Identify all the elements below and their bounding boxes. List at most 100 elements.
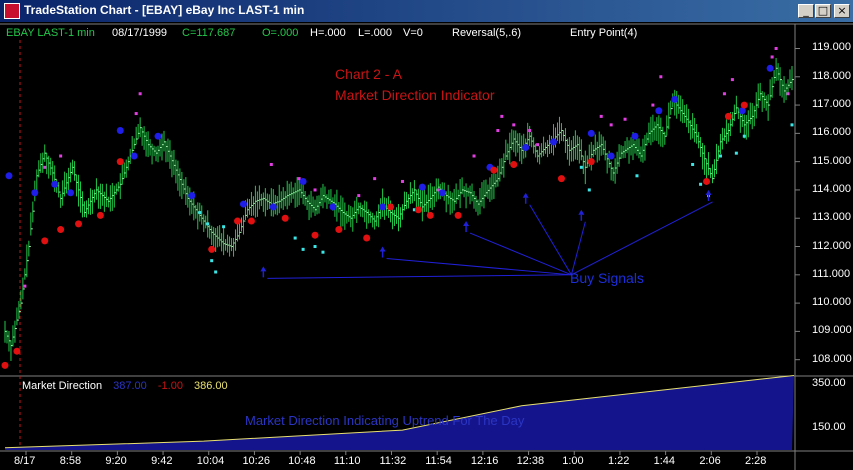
- subchart-tick-label: 350.00: [812, 376, 846, 389]
- buy-signal-pointer-line: [386, 258, 572, 276]
- reversal-low-dot: [281, 214, 289, 222]
- chart-annotation-title: Chart 2 - A: [335, 66, 402, 82]
- magenta-marker: [623, 117, 627, 121]
- reversal-low-dot: [740, 101, 748, 109]
- reversal-low-dot: [703, 177, 711, 185]
- subchart-header: Market Direction 387.00 -1.00 386.00: [22, 380, 236, 392]
- reversal-low-dot: [96, 211, 104, 219]
- time-tick-label: 1:22: [607, 455, 630, 467]
- magenta-marker: [59, 154, 63, 158]
- magenta-marker: [609, 123, 613, 127]
- reversal-low-dot: [75, 220, 83, 228]
- magenta-marker: [313, 188, 317, 192]
- buy-arrow-head: [379, 246, 386, 252]
- cyan-marker: [790, 123, 794, 127]
- reversal-high-dot: [438, 189, 446, 197]
- reversal-high-dot: [587, 129, 595, 137]
- time-tick-label: 8:58: [59, 455, 82, 467]
- low-value: L=.000: [358, 27, 392, 39]
- reversal-low-dot: [490, 166, 498, 174]
- buy-arrow-head: [522, 192, 529, 198]
- reversal-low-dot: [335, 226, 343, 234]
- price-chart[interactable]: [0, 0, 853, 470]
- cyan-marker: [699, 182, 703, 186]
- magenta-marker: [730, 78, 734, 82]
- symbol-label: EBAY LAST-1 min: [6, 27, 95, 39]
- cyan-marker: [206, 222, 210, 226]
- reversal-high-dot: [154, 132, 162, 140]
- price-tick-label: 118.000: [812, 69, 851, 82]
- high-value: H=.000: [310, 27, 346, 39]
- cyan-marker: [691, 162, 695, 166]
- reversal-high-dot: [766, 64, 774, 72]
- price-tick-label: 119.000: [812, 41, 851, 54]
- date-label: 08/17/1999: [112, 27, 168, 39]
- magenta-marker: [512, 123, 516, 127]
- reversal-low-dot: [557, 175, 565, 183]
- time-tick-label: 9:42: [151, 455, 173, 467]
- cyan-marker: [301, 247, 305, 251]
- reversal-high-dot: [522, 144, 530, 152]
- reversal-indicator-label: Reversal(5,.6): [452, 27, 522, 39]
- cyan-marker: [734, 151, 738, 155]
- price-tick-label: 108.000: [812, 352, 852, 365]
- close-value: C=117.687: [182, 27, 236, 39]
- reversal-low-dot: [247, 217, 255, 225]
- reversal-high-dot: [130, 152, 138, 160]
- subchart-value-2: -1.00: [157, 380, 183, 392]
- reversal-low-dot: [116, 158, 124, 166]
- time-tick-label: 11:10: [333, 455, 361, 467]
- reversal-high-dot: [655, 107, 663, 115]
- buy-signal-pointer-line: [570, 221, 586, 275]
- magenta-marker: [496, 129, 500, 133]
- time-tick-label: 10:48: [288, 455, 316, 467]
- cyan-marker: [742, 134, 746, 138]
- magenta-marker: [528, 129, 532, 133]
- reversal-high-dot: [671, 95, 679, 103]
- price-tick-label: 112.000: [812, 239, 851, 252]
- cyan-marker: [210, 259, 214, 263]
- price-tick-label: 115.000: [812, 154, 851, 167]
- cyan-marker: [635, 174, 639, 178]
- open-value: O=.000: [262, 27, 299, 39]
- buy-arrow-head: [463, 221, 470, 227]
- time-tick-label: 11:32: [379, 455, 407, 467]
- magenta-marker: [786, 92, 790, 96]
- cyan-marker: [587, 188, 591, 192]
- price-tick-label: 116.000: [812, 126, 851, 139]
- cyan-marker: [214, 270, 218, 274]
- buy-signal-pointer-line: [571, 201, 713, 276]
- subchart-tick-label: 150.00: [812, 420, 846, 433]
- magenta-marker: [472, 154, 476, 158]
- subchart-value-1: 387.00: [113, 380, 147, 392]
- buy-arrow-head: [578, 209, 585, 215]
- cyan-marker: [222, 225, 226, 229]
- reversal-high-dot: [67, 189, 75, 197]
- magenta-marker: [43, 165, 47, 169]
- reversal-low-dot: [234, 217, 242, 225]
- magenta-marker: [269, 162, 273, 166]
- reversal-low-dot: [510, 160, 518, 168]
- chart-annotation-subtitle: Market Direction Indicator: [335, 87, 495, 103]
- magenta-marker: [138, 92, 142, 96]
- price-tick-label: 113.000: [812, 211, 851, 224]
- reversal-high-dot: [239, 200, 247, 208]
- cyan-marker: [579, 165, 583, 169]
- time-tick-label: 11:54: [425, 455, 452, 467]
- price-tick-label: 110.000: [812, 296, 851, 309]
- reversal-high-dot: [116, 127, 124, 135]
- magenta-marker: [373, 177, 377, 181]
- volume-value: V=0: [403, 27, 423, 39]
- buy-arrow-head: [260, 266, 267, 272]
- magenta-marker: [134, 112, 138, 116]
- reversal-high-dot: [607, 152, 615, 160]
- price-tick-label: 117.000: [812, 98, 851, 111]
- reversal-low-dot: [311, 231, 319, 239]
- buy-arrow-head: [705, 189, 712, 195]
- reversal-low-dot: [363, 234, 371, 242]
- reversal-low-dot: [414, 206, 422, 214]
- time-tick-label: 10:04: [196, 455, 225, 467]
- buy-signals-label: Buy Signals: [570, 270, 644, 286]
- market-direction-note: Market Direction Indicating Uptrend For …: [245, 413, 525, 428]
- cyan-marker: [313, 245, 317, 249]
